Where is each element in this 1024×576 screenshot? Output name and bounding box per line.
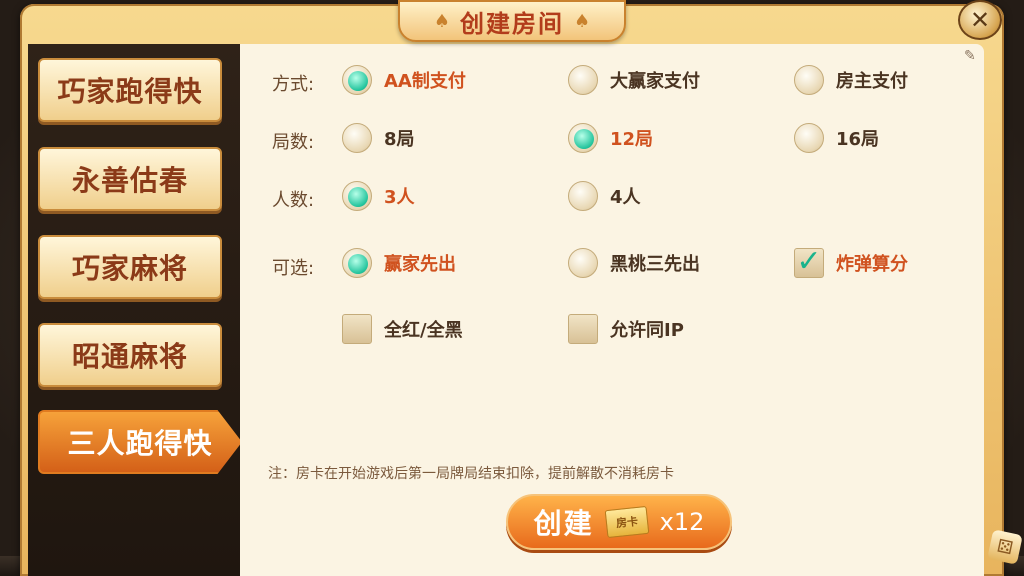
radio-unselected-icon[interactable] <box>568 65 598 95</box>
option-label: 全红/全黑 <box>384 320 463 341</box>
option-label: 炸弹算分 <box>836 254 908 275</box>
option-label: AA制支付 <box>384 71 466 92</box>
radio-unselected-icon[interactable] <box>568 248 598 278</box>
option-label: 赢家先出 <box>384 254 456 275</box>
checkmark-icon[interactable]: ✓ <box>794 247 824 278</box>
rounds-label: 局数: <box>272 132 315 153</box>
payment-option-owner[interactable]: 房主支付 <box>794 65 908 95</box>
checkbox-empty-icon[interactable] <box>568 314 598 344</box>
checkbox-allow-same-ip[interactable]: 允许同IP <box>568 314 684 344</box>
optional-spade-three-first[interactable]: 黑桃三先出 <box>568 248 700 278</box>
option-label: 8局 <box>384 129 415 150</box>
optional-label: 可选: <box>272 258 315 279</box>
players-label: 人数: <box>272 190 315 211</box>
rounds-option-8[interactable]: 8局 <box>342 123 415 153</box>
scroll-indicator-icon: ✎ <box>964 48 976 64</box>
option-label: 4人 <box>610 187 641 208</box>
option-label: 大赢家支付 <box>610 71 700 92</box>
checkbox-bomb-score[interactable]: ✓ 炸弹算分 <box>794 247 908 278</box>
room-card-count: x12 <box>659 508 705 536</box>
option-label: 房主支付 <box>836 71 908 92</box>
players-option-4[interactable]: 4人 <box>568 181 641 211</box>
spade-icon: ♠ <box>574 10 591 32</box>
payment-option-aa[interactable]: AA制支付 <box>342 65 466 95</box>
sidebar-item-qiaojia-paodekuai[interactable]: 巧家跑得快 <box>38 58 222 122</box>
close-button[interactable]: ✕ <box>958 0 1002 40</box>
radio-selected-icon[interactable] <box>568 123 598 153</box>
sidebar-item-zhaotong-majiang[interactable]: 昭通麻将 <box>38 323 222 387</box>
radio-selected-icon[interactable] <box>342 65 372 95</box>
room-card-icon: 房卡 <box>604 505 649 539</box>
players-option-3[interactable]: 3人 <box>342 181 415 211</box>
rounds-option-12[interactable]: 12局 <box>568 123 653 153</box>
dialog-title-banner: ♠ 创建房间 ♠ <box>398 0 626 42</box>
dialog-title: 创建房间 <box>460 9 564 38</box>
sidebar-item-qiaojia-majiang[interactable]: 巧家麻将 <box>38 235 222 299</box>
create-room-button[interactable]: 创建 房卡 x12 <box>506 494 732 550</box>
radio-unselected-icon[interactable] <box>568 181 598 211</box>
checkbox-all-red-black[interactable]: 全红/全黑 <box>342 314 463 344</box>
radio-selected-icon[interactable] <box>342 248 372 278</box>
optional-winner-first[interactable]: 赢家先出 <box>342 248 456 278</box>
option-label: 16局 <box>836 129 880 150</box>
sidebar-item-sanren-paodekuai[interactable]: 三人跑得快 <box>38 410 242 474</box>
payment-option-winner[interactable]: 大赢家支付 <box>568 65 700 95</box>
option-label: 3人 <box>384 187 415 208</box>
rounds-option-16[interactable]: 16局 <box>794 123 879 153</box>
radio-unselected-icon[interactable] <box>794 65 824 95</box>
radio-selected-icon[interactable] <box>342 181 372 211</box>
radio-unselected-icon[interactable] <box>342 123 372 153</box>
sidebar-item-yongshan-guchun[interactable]: 永善估春 <box>38 147 222 211</box>
game-type-sidebar: 巧家跑得快 永善估春 巧家麻将 昭通麻将 三人跑得快 <box>28 44 242 576</box>
spade-icon: ♠ <box>433 10 450 32</box>
create-label: 创建 <box>533 507 594 540</box>
close-icon: ✕ <box>969 6 991 34</box>
payment-label: 方式: <box>272 74 315 95</box>
option-label: 黑桃三先出 <box>610 254 700 275</box>
option-label: 12局 <box>610 129 654 150</box>
room-card-note: 注：房卡在开始游戏后第一局牌局结束扣除，提前解散不消耗房卡 <box>268 466 674 482</box>
option-label: 允许同IP <box>610 320 684 341</box>
checkbox-empty-icon[interactable] <box>342 314 372 344</box>
dice-icon: ⚄ <box>987 529 1023 565</box>
radio-unselected-icon[interactable] <box>794 123 824 153</box>
